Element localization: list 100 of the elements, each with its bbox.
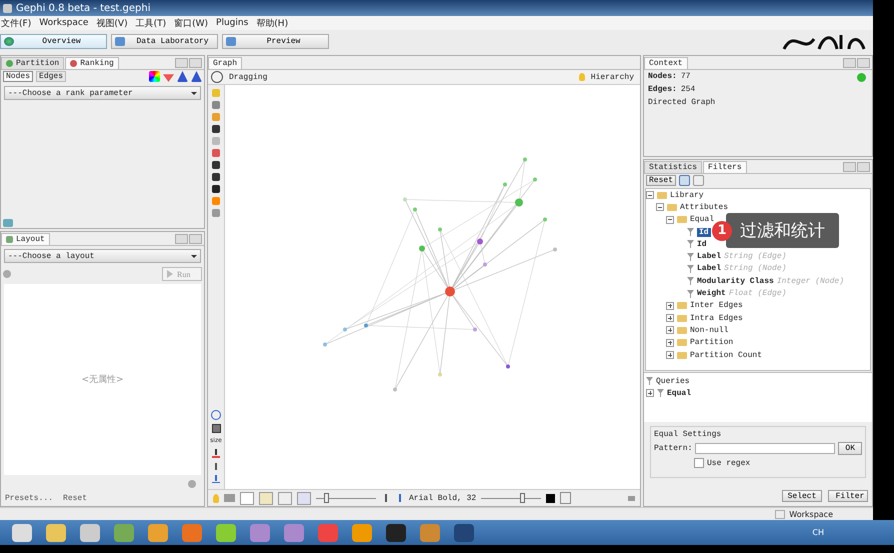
- workspace-tab[interactable]: Data Laboratory: [111, 34, 218, 48]
- workspace-label: Workspace: [789, 510, 833, 518]
- app-icon: [3, 4, 12, 12]
- select-button[interactable]: Select: [782, 490, 822, 502]
- dropdown-button[interactable]: [857, 58, 870, 68]
- attribute-type: String (Edge): [724, 252, 786, 262]
- language-indicator[interactable]: CH: [812, 528, 824, 537]
- tab-icon: [6, 60, 13, 67]
- square-icon[interactable]: [212, 424, 220, 433]
- panel-tab[interactable]: Ranking: [65, 57, 119, 69]
- pattern-field[interactable]: [695, 443, 836, 454]
- menu-item[interactable]: 文件(F): [1, 16, 32, 30]
- panel-tab[interactable]: Layout: [1, 233, 50, 245]
- scroll-tabs-button[interactable]: [175, 234, 188, 244]
- filter-button[interactable]: Filter: [828, 490, 868, 502]
- subtab[interactable]: Edges: [36, 71, 66, 82]
- workspace-tab[interactable]: Preview: [222, 34, 329, 48]
- panel-tab[interactable]: Context: [644, 57, 688, 69]
- panel-tab[interactable]: Statistics: [644, 161, 702, 173]
- filter-item[interactable]: Id: [697, 240, 707, 249]
- reset-button[interactable]: Reset: [646, 175, 676, 186]
- hierarchy-label[interactable]: Hierarchy: [590, 72, 640, 82]
- tree-item[interactable]: Partition Count: [690, 350, 762, 360]
- taskbar-app-icon[interactable]: [80, 524, 100, 542]
- subtab[interactable]: Nodes: [3, 71, 34, 82]
- filter-item[interactable]: Id: [697, 228, 711, 237]
- panel-tab[interactable]: Filters: [703, 161, 747, 173]
- filter-item[interactable]: Modularity Class: [697, 276, 774, 286]
- tree-item[interactable]: Attributes: [680, 202, 728, 212]
- layout-dropdown[interactable]: ---Choose a layout: [4, 249, 201, 263]
- collapse-toggle[interactable]: [666, 216, 674, 224]
- font-label[interactable]: Arial Bold, 32: [409, 494, 476, 502]
- menu-item[interactable]: 视图(V): [96, 16, 128, 30]
- tree-item[interactable]: Equal: [690, 215, 714, 224]
- expand-toggle[interactable]: [646, 389, 654, 398]
- workspace-tab[interactable]: Overview: [0, 34, 107, 48]
- checkbox-label[interactable]: Use regex: [707, 458, 750, 468]
- tree-item[interactable]: Partition: [690, 338, 734, 348]
- taskbar-app-icon[interactable]: [386, 524, 406, 542]
- expand-toggle[interactable]: [666, 338, 674, 347]
- attribute-type: String (Node): [724, 264, 786, 274]
- menu-item[interactable]: 帮助(H): [256, 16, 288, 30]
- attribute-type: Float (Edge): [728, 289, 786, 298]
- query-item[interactable]: Equal: [667, 388, 692, 398]
- ok-button[interactable]: OK: [838, 442, 862, 455]
- panel-tab[interactable]: Graph: [208, 57, 242, 69]
- queries-title: Queries: [656, 376, 690, 386]
- scroll-tabs-button[interactable]: [843, 58, 856, 68]
- checkbox[interactable]: [694, 458, 704, 468]
- footer-link[interactable]: Reset: [63, 494, 88, 503]
- stat-label: Edges:: [648, 85, 677, 94]
- color-swatch-icon[interactable]: [546, 494, 556, 502]
- taskbar-app-icon[interactable]: [352, 524, 372, 542]
- tab-icon: [70, 60, 78, 67]
- attribute-type: Integer (Node): [776, 276, 844, 286]
- taskbar-app-icon[interactable]: [454, 524, 474, 542]
- expand-toggle[interactable]: [666, 302, 674, 310]
- taskbar-app-icon[interactable]: [148, 524, 168, 542]
- stat-label: Nodes:: [648, 72, 677, 81]
- dropdown-button[interactable]: [189, 234, 202, 244]
- taskbar-app-icon[interactable]: [46, 524, 66, 542]
- rank-parameter-dropdown[interactable]: ---Choose a rank parameter: [4, 86, 201, 100]
- menu-item[interactable]: Workspace: [39, 18, 88, 28]
- stat-value: 77: [680, 72, 690, 81]
- lightbulb-icon: [578, 73, 585, 81]
- graph-type: Directed Graph: [648, 98, 716, 107]
- stat-value: 254: [680, 85, 696, 94]
- tree-item[interactable]: Library: [670, 190, 704, 200]
- properties-placeholder: <无属性>: [81, 374, 124, 386]
- collapse-toggle[interactable]: [646, 191, 654, 200]
- scroll-tabs-button[interactable]: [843, 162, 856, 172]
- filter-item[interactable]: Label: [697, 264, 722, 274]
- color-wheel-icon[interactable]: [149, 71, 160, 82]
- pattern-label: Pattern:: [654, 444, 692, 453]
- taskbar-app-icon[interactable]: [12, 524, 32, 542]
- menu-item[interactable]: Plugins: [216, 18, 248, 28]
- filter-item[interactable]: Weight: [697, 289, 726, 298]
- menu-item[interactable]: 工具(T): [136, 16, 166, 30]
- lightbulb-icon[interactable]: [213, 494, 219, 502]
- settings-title: Equal Settings: [654, 430, 722, 439]
- expand-toggle[interactable]: [666, 314, 674, 322]
- slider-thumb[interactable]: [520, 493, 526, 503]
- step-badge: 1: [712, 220, 732, 240]
- expand-toggle[interactable]: [666, 326, 674, 334]
- taskbar-app-icon[interactable]: [216, 524, 236, 542]
- menu-item[interactable]: 窗口(W): [174, 16, 208, 30]
- window-title: Gephi 0.8 beta - test.gephi: [16, 2, 150, 14]
- play-icon: [167, 270, 173, 278]
- expand-toggle[interactable]: [666, 351, 674, 359]
- filter-item[interactable]: Label: [697, 252, 722, 262]
- tree-item[interactable]: Intra Edges: [690, 314, 743, 323]
- footer-link[interactable]: Presets...: [5, 494, 54, 503]
- tree-item[interactable]: Inter Edges: [690, 301, 743, 310]
- collapse-toggle[interactable]: [656, 203, 664, 212]
- dropdown-button[interactable]: [857, 162, 870, 172]
- tree-item[interactable]: Non-null: [690, 326, 728, 335]
- slider-thumb[interactable]: [324, 493, 330, 503]
- panel-tab[interactable]: Partition: [1, 57, 64, 69]
- mode-label: Dragging: [229, 72, 268, 82]
- callout-label: 过滤和统计: [726, 213, 839, 248]
